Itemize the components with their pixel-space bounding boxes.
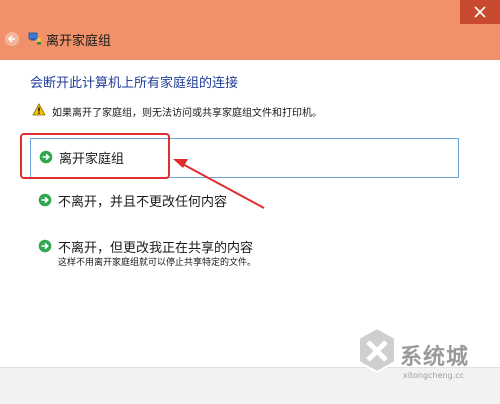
- watermark-url: xitongcheng.cc: [403, 371, 465, 380]
- watermark-logo-icon: [358, 326, 396, 374]
- watermark-text: 系统城: [400, 345, 470, 370]
